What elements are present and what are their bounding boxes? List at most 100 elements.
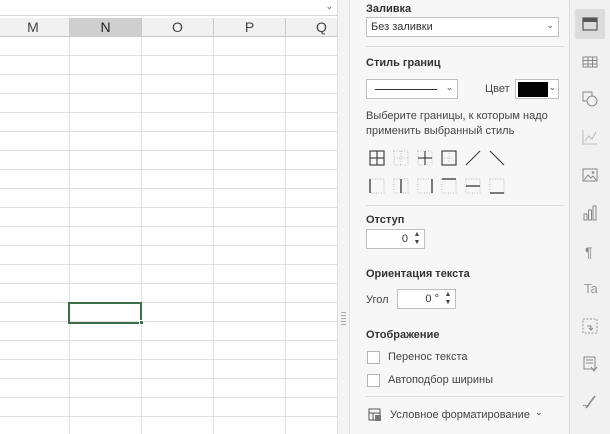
bottom-border-icon[interactable] xyxy=(488,177,506,195)
grid-row-line xyxy=(0,150,337,151)
spinner-arrows-icon[interactable]: ▲ ▼ xyxy=(412,231,422,247)
left-border-icon[interactable] xyxy=(368,177,386,195)
text-art-tool[interactable]: Ta xyxy=(575,274,605,304)
svg-text:Ta: Ta xyxy=(584,281,598,296)
inner-vertical-icon[interactable] xyxy=(392,177,410,195)
chart-icon xyxy=(582,130,597,145)
grid-column-line xyxy=(69,37,70,434)
wrap-text-label[interactable]: Перенос текста xyxy=(388,351,468,363)
chevron-down-icon: ⌄ xyxy=(445,82,453,92)
right-border-icon[interactable] xyxy=(416,177,434,195)
formula-bar-strip: ⌄ xyxy=(0,0,337,16)
border-color-swatch xyxy=(518,82,548,97)
right-toolbar: ¶ Ta xyxy=(569,0,610,434)
spinner-arrows-icon[interactable]: ▲ ▼ xyxy=(443,291,453,307)
bar-chart-icon xyxy=(583,205,597,221)
fill-handle[interactable] xyxy=(139,320,144,325)
image-icon xyxy=(582,168,598,182)
table-icon xyxy=(582,56,598,68)
inner-cross-icon[interactable] xyxy=(416,149,434,167)
pivot-table-tool[interactable] xyxy=(575,311,605,341)
slicer-tool[interactable] xyxy=(575,349,605,379)
autofit-checkbox[interactable] xyxy=(367,374,380,387)
border-style-title: Стиль границ xyxy=(366,57,441,69)
diagonal-down-icon[interactable] xyxy=(488,149,506,167)
separator xyxy=(366,46,564,47)
paragraph-tool[interactable]: ¶ xyxy=(575,236,605,266)
grid-row-line xyxy=(0,283,337,284)
grid-row-line xyxy=(0,169,337,170)
bar-chart-tool[interactable] xyxy=(575,198,605,228)
border-instruction: Выберите границы, к которым надо примени… xyxy=(366,110,548,137)
grid-row-line xyxy=(0,416,337,417)
grid-row-line xyxy=(0,378,337,379)
signature-tool[interactable] xyxy=(575,387,605,417)
grid-row-line xyxy=(0,112,337,113)
grid-row-line xyxy=(0,340,337,341)
selected-cell[interactable] xyxy=(68,302,142,324)
indent-spinner[interactable]: 0 ▲ ▼ xyxy=(366,229,425,249)
svg-text:¶: ¶ xyxy=(585,244,593,259)
grid-row-line xyxy=(0,226,337,227)
autofit-label[interactable]: Автоподбор ширины xyxy=(388,374,493,386)
inner-horizontal-icon[interactable] xyxy=(464,177,482,195)
text-art-icon: Ta xyxy=(584,281,598,296)
no-borders-icon[interactable] xyxy=(392,149,410,167)
column-header-q[interactable]: Q xyxy=(286,18,337,37)
chevron-down-icon: ⌄ xyxy=(535,407,543,417)
table-tool[interactable] xyxy=(575,47,605,77)
grid-row-line xyxy=(0,188,337,189)
conditional-formatting-button[interactable]: Условное форматирование ⌄ xyxy=(368,407,558,425)
column-header-n[interactable]: N xyxy=(70,18,142,37)
column-headers: M N O P Q xyxy=(0,18,337,37)
diagonal-up-icon[interactable] xyxy=(464,149,482,167)
chart-tool[interactable] xyxy=(575,122,605,152)
fill-select[interactable]: Без заливки ⌄ xyxy=(366,17,559,37)
panel-splitter[interactable] xyxy=(337,0,349,434)
grid-row-line xyxy=(0,359,337,360)
spreadsheet-area[interactable]: ⌄ M N O P Q xyxy=(0,0,337,434)
all-borders-icon[interactable] xyxy=(368,149,386,167)
grid-row-line xyxy=(0,93,337,94)
indent-value: 0 xyxy=(401,233,408,245)
pivot-table-icon xyxy=(582,318,598,334)
column-header-p[interactable]: P xyxy=(214,18,286,37)
cell-settings-panel: Заливка Без заливки ⌄ Стиль границ ⌄ Цве… xyxy=(349,0,569,434)
cell-grid[interactable] xyxy=(0,37,337,434)
border-color-picker[interactable]: ⌄ xyxy=(515,79,559,99)
shape-icon xyxy=(582,91,598,107)
conditional-formatting-label: Условное форматирование xyxy=(390,409,530,421)
separator xyxy=(366,205,564,206)
grid-row-line xyxy=(0,74,337,75)
splitter-grip-icon[interactable] xyxy=(341,312,346,326)
grid-row-line xyxy=(0,264,337,265)
column-header-o[interactable]: O xyxy=(142,18,214,37)
chevron-down-icon[interactable]: ⌄ xyxy=(325,1,333,12)
grid-row-line xyxy=(0,245,337,246)
grid-column-line xyxy=(141,37,142,434)
fill-title: Заливка xyxy=(366,3,412,15)
image-tool[interactable] xyxy=(575,160,605,190)
border-color-label: Цвет xyxy=(485,83,510,95)
angle-value: 0 ° xyxy=(425,293,439,305)
cell-settings-tool[interactable] xyxy=(575,9,605,39)
line-style-sample xyxy=(375,89,437,90)
wrap-text-checkbox[interactable] xyxy=(367,351,380,364)
grid-row-line xyxy=(0,302,337,303)
grid-row-line xyxy=(0,131,337,132)
grid-column-line xyxy=(285,37,286,434)
indent-title: Отступ xyxy=(366,214,405,226)
angle-spinner[interactable]: 0 ° ▲ ▼ xyxy=(397,289,456,309)
fill-select-value: Без заливки xyxy=(371,21,433,33)
outer-border-icon[interactable] xyxy=(440,149,458,167)
conditional-formatting-icon xyxy=(368,408,381,421)
grid-column-line xyxy=(213,37,214,434)
cell-settings-icon xyxy=(582,17,598,31)
slicer-icon xyxy=(583,356,598,372)
border-line-style-select[interactable]: ⌄ xyxy=(366,79,458,99)
chevron-down-icon: ⌄ xyxy=(548,82,556,92)
grid-row-line xyxy=(0,207,337,208)
shape-tool[interactable] xyxy=(575,84,605,114)
column-header-m[interactable]: M xyxy=(0,18,70,37)
top-border-icon[interactable] xyxy=(440,177,458,195)
